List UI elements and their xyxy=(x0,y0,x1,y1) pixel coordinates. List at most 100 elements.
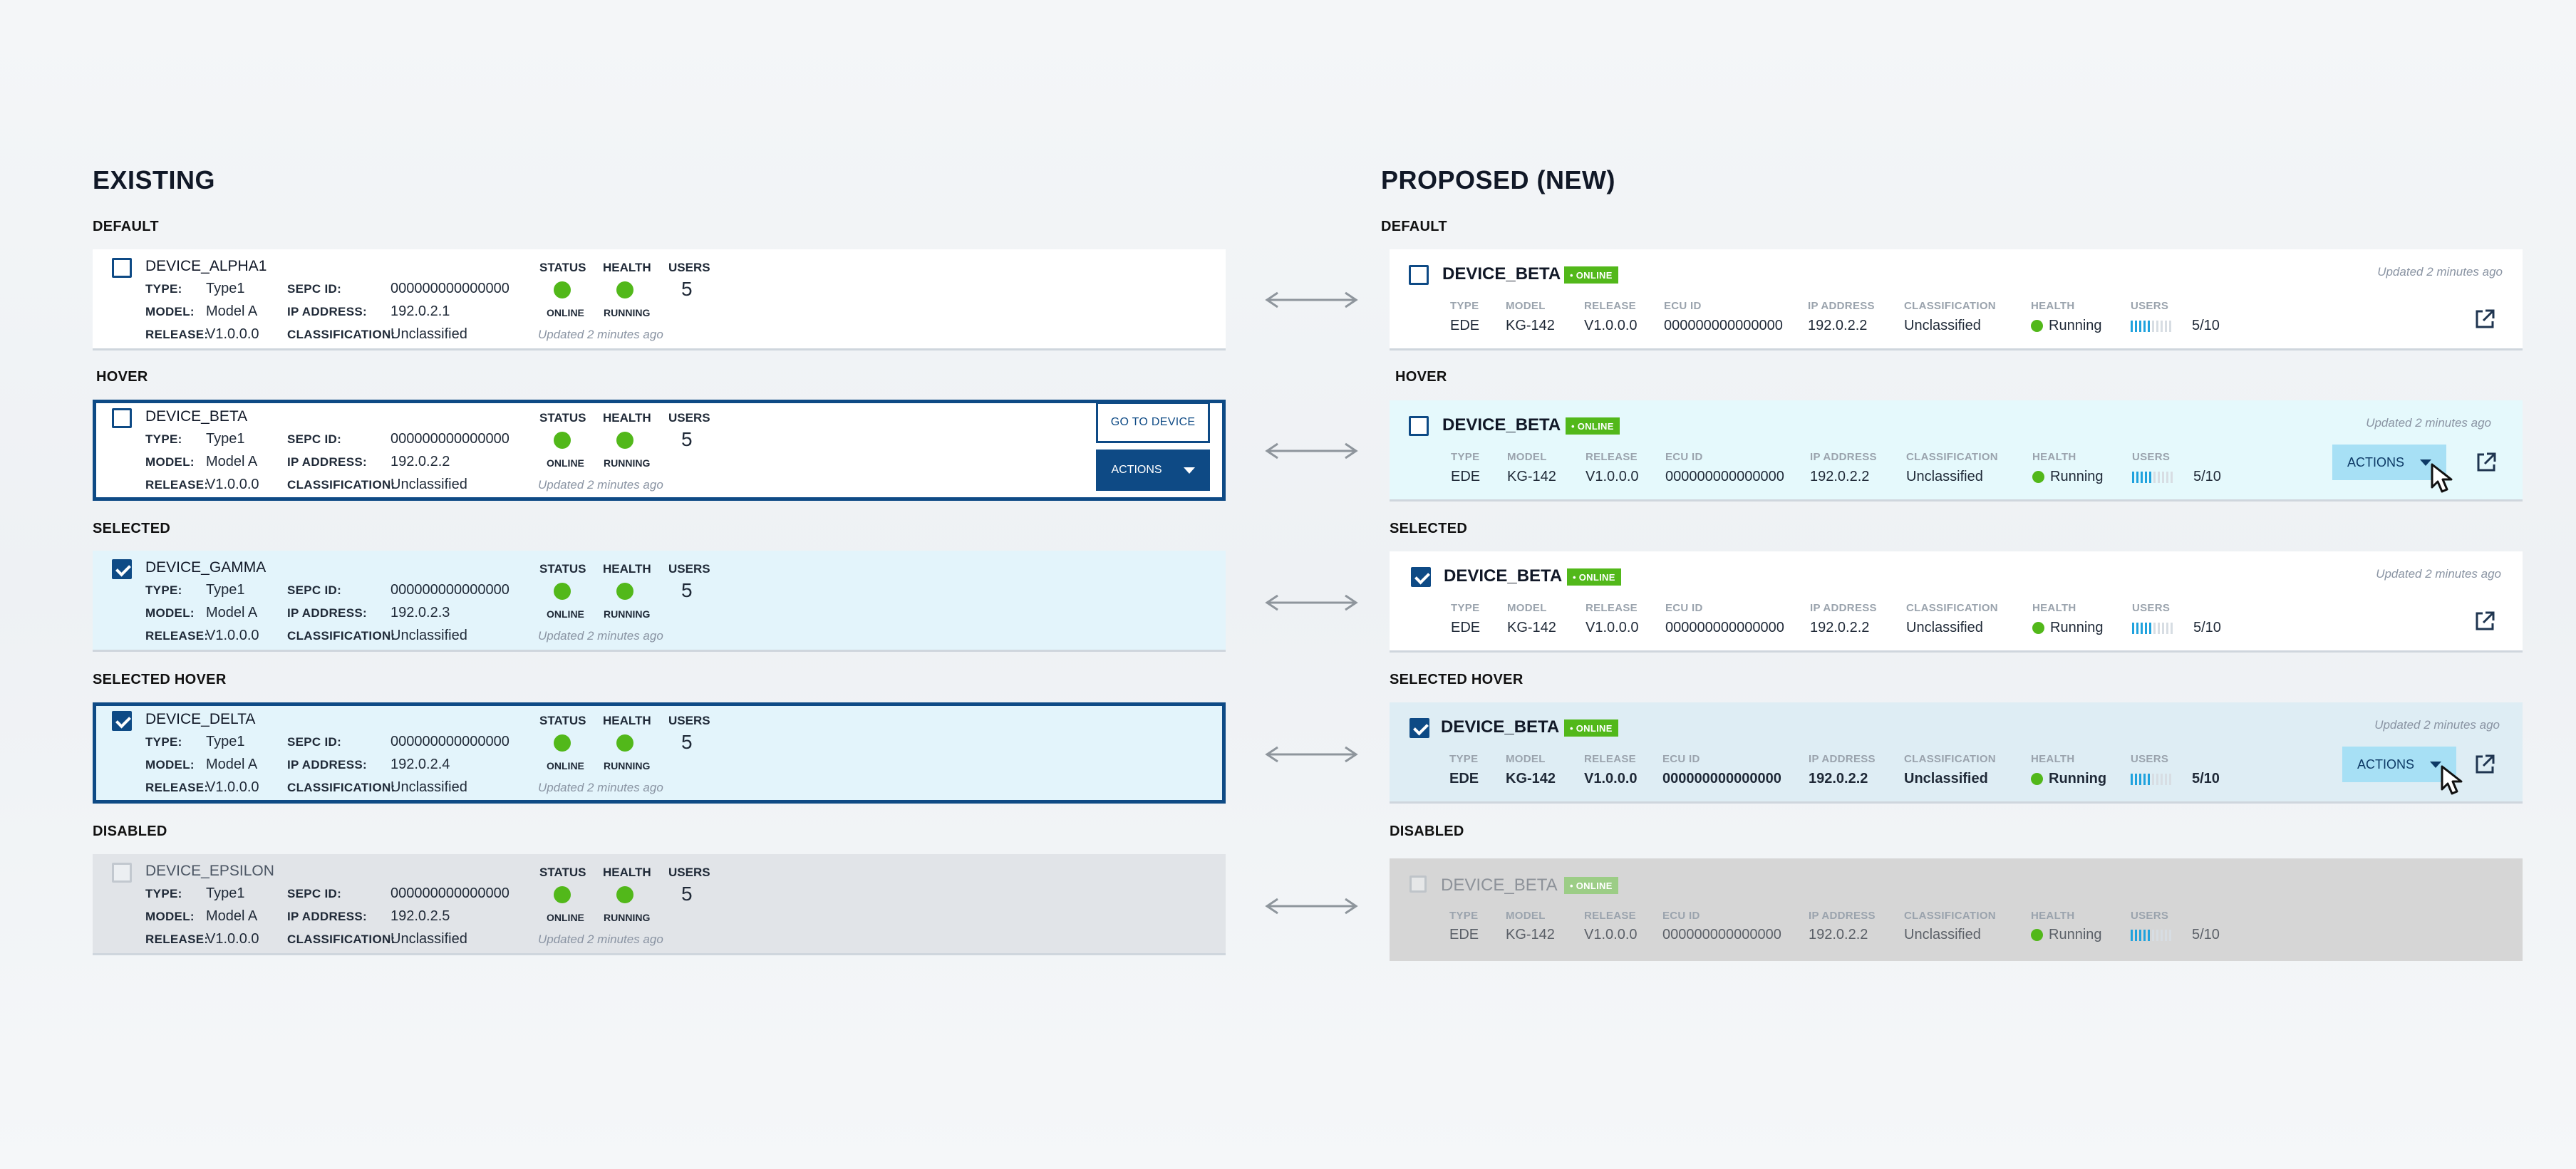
classification-label: CLASSIFICATION xyxy=(1904,910,1996,922)
health-label: HEALTH xyxy=(2031,300,2075,312)
type-value: Type1 xyxy=(206,734,245,749)
model-label: MODEL xyxy=(1506,753,1546,765)
proposed-card-default[interactable]: DEVICE_BETA • ONLINE Updated 2 minutes a… xyxy=(1390,249,2523,350)
ecu-label: ECU ID xyxy=(1664,300,1702,312)
existing-card-selected-hover[interactable]: DEVICE_DELTA TYPE: Type1 MODEL: Model A … xyxy=(93,702,1226,804)
updated-text: Updated 2 minutes ago xyxy=(538,932,663,946)
users-header: USERS xyxy=(668,714,710,727)
proposed-card-disabled: DEVICE_BETA • ONLINE TYPE EDE MODEL KG-1… xyxy=(1390,858,2523,961)
online-badge: • ONLINE xyxy=(1566,417,1620,435)
health-dot-icon xyxy=(2032,471,2044,483)
checkbox-checked-icon[interactable] xyxy=(112,559,132,579)
users-bar-segment xyxy=(2158,623,2160,634)
external-link-icon[interactable] xyxy=(2476,452,2497,473)
actions-button[interactable]: ACTIONS xyxy=(2342,747,2456,782)
users-bar xyxy=(2132,623,2173,634)
actions-button[interactable]: ACTIONS xyxy=(2332,445,2446,480)
classification-label: CLASSIFICATION xyxy=(1904,300,1996,312)
release-label: RELEASE xyxy=(1584,753,1636,765)
status-text: ONLINE xyxy=(547,912,584,923)
classification-label: CLASSIFICATION: xyxy=(287,781,395,794)
proposed-card-selected-hover[interactable]: DEVICE_BETA • ONLINE Updated 2 minutes a… xyxy=(1390,702,2523,804)
type-label: TYPE: xyxy=(145,735,182,749)
release-value: V1.0.0.0 xyxy=(206,477,259,492)
ecu-value: 000000000000000 xyxy=(1665,620,1784,635)
classification-value: Unclassified xyxy=(390,326,467,342)
classification-label: CLASSIFICATION: xyxy=(287,629,395,643)
ip-value: 192.0.2.3 xyxy=(390,605,450,620)
sepc-label: SEPC ID: xyxy=(287,583,342,597)
ip-value: 192.0.2.2 xyxy=(1810,620,1870,635)
checkbox-icon[interactable] xyxy=(112,408,132,428)
users-bar-segment xyxy=(2141,623,2143,634)
checkbox-checked-icon[interactable] xyxy=(112,711,132,731)
release-value: V1.0.0.0 xyxy=(206,628,259,643)
state-label-default: DEFAULT xyxy=(93,219,159,234)
existing-card-selected[interactable]: DEVICE_GAMMA TYPE: Type1 MODEL: Model A … xyxy=(93,551,1226,652)
state-label-selected-hover: SELECTED HOVER xyxy=(93,672,227,687)
ecu-label: ECU ID xyxy=(1662,753,1700,765)
ecu-label: ECU ID xyxy=(1665,602,1703,614)
go-to-device-button[interactable]: GO TO DEVICE xyxy=(1096,402,1210,443)
users-bar-segment xyxy=(2149,623,2151,634)
double-arrow-icon xyxy=(1265,594,1358,611)
model-value: KG-142 xyxy=(1506,927,1555,942)
existing-card-default[interactable]: DEVICE_ALPHA1 TYPE: Type1 MODEL: Model A… xyxy=(93,249,1226,350)
online-badge: • ONLINE xyxy=(1564,266,1618,284)
users-bar-segment xyxy=(2162,623,2164,634)
users-bar-segment xyxy=(2135,321,2137,332)
status-text: ONLINE xyxy=(547,307,584,318)
model-value: KG-142 xyxy=(1507,469,1556,484)
proposed-card-selected[interactable]: DEVICE_BETA • ONLINE Updated 2 minutes a… xyxy=(1390,551,2523,653)
classification-value: Unclassified xyxy=(1904,771,1988,786)
existing-card-disabled: DEVICE_EPSILON TYPE: Type1 MODEL: Model … xyxy=(93,854,1226,955)
health-label: HEALTH xyxy=(2032,451,2076,463)
checkbox-checked-icon[interactable] xyxy=(1411,567,1431,587)
users-value: 5/10 xyxy=(2192,927,2220,942)
checkbox-icon[interactable] xyxy=(112,258,132,278)
external-link-icon[interactable] xyxy=(2474,754,2495,775)
updated-text: Updated 2 minutes ago xyxy=(538,781,663,794)
existing-card-hover[interactable]: DEVICE_BETA TYPE: Type1 MODEL: Model A R… xyxy=(93,400,1226,501)
users-bar-segment xyxy=(2165,321,2167,332)
users-bar-segment xyxy=(2143,774,2146,785)
status-dot-icon xyxy=(554,281,571,298)
checkbox-checked-icon[interactable] xyxy=(1409,718,1429,738)
model-label: MODEL xyxy=(1506,300,1546,312)
users-value: 5/10 xyxy=(2192,318,2220,333)
classification-value: Unclassified xyxy=(1906,469,1983,484)
release-value: V1.0.0.0 xyxy=(1586,620,1639,635)
release-label: RELEASE xyxy=(1586,451,1638,463)
users-header: USERS xyxy=(668,261,710,274)
type-value: Type1 xyxy=(206,431,245,447)
sepc-value: 000000000000000 xyxy=(390,734,509,749)
status-header: STATUS xyxy=(539,261,586,274)
users-bar-segment xyxy=(2156,774,2158,785)
release-value: V1.0.0.0 xyxy=(1584,318,1638,333)
state-label-selected-hover: SELECTED HOVER xyxy=(1390,672,1524,687)
checkbox-icon[interactable] xyxy=(1409,265,1429,285)
users-bar-segment xyxy=(2171,623,2173,634)
health-text: RUNNING xyxy=(604,912,651,923)
users-bar-segment xyxy=(2165,930,2167,941)
users-label: USERS xyxy=(2131,910,2169,922)
model-label: MODEL xyxy=(1506,910,1546,922)
users-bar-segment xyxy=(2161,774,2163,785)
status-header: STATUS xyxy=(539,866,586,879)
release-value: V1.0.0.0 xyxy=(206,326,259,342)
health-label: HEALTH xyxy=(2032,602,2076,614)
actions-button[interactable]: ACTIONS xyxy=(1096,450,1210,491)
type-value: EDE xyxy=(1449,771,1479,786)
model-label: MODEL: xyxy=(145,910,195,923)
ip-label: IP ADDRESS xyxy=(1809,753,1876,765)
sepc-label: SEPC ID: xyxy=(287,887,342,900)
status-text: ONLINE xyxy=(547,760,584,771)
checkbox-icon[interactable] xyxy=(1409,416,1429,436)
device-name: DEVICE_DELTA xyxy=(145,711,256,727)
external-link-icon[interactable] xyxy=(2474,308,2495,330)
proposed-card-hover[interactable]: DEVICE_BETA • ONLINE Updated 2 minutes a… xyxy=(1390,400,2523,502)
double-arrow-icon xyxy=(1265,442,1358,459)
external-link-icon[interactable] xyxy=(2474,611,2495,632)
classification-value: Unclassified xyxy=(1904,927,1981,942)
health-text: RUNNING xyxy=(604,307,651,318)
